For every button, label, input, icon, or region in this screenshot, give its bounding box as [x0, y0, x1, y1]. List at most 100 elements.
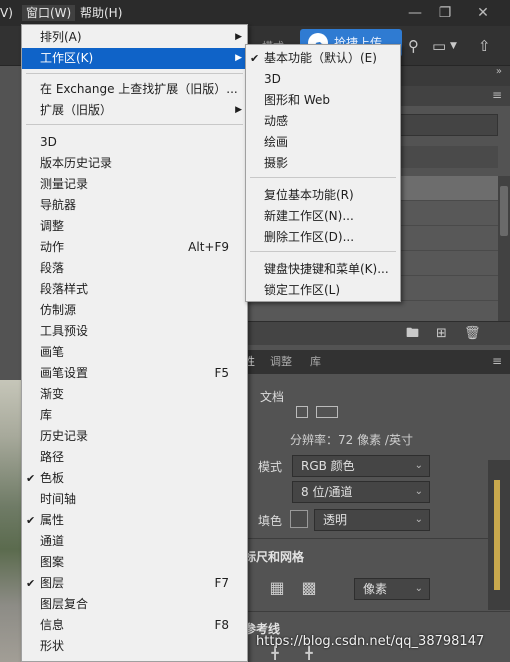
chevron-down-icon: ⌄: [414, 583, 423, 594]
menu-view-partial[interactable]: V): [0, 5, 13, 21]
grid-icon[interactable]: ▦: [268, 579, 286, 597]
menubar: V) 窗口(W) 帮助(H) — ❐ ✕: [0, 0, 510, 26]
layers-scrollbar[interactable]: [498, 176, 510, 326]
menu-item-label: 新建工作区(N)...: [264, 209, 354, 223]
layers-footer: 🖿 ⊞ 🗑: [240, 321, 510, 345]
window-menu-item[interactable]: 段落样式: [22, 279, 247, 300]
window-menu-item[interactable]: 在 Exchange 上查找扩展（旧版）...: [22, 79, 247, 100]
window-menu-item[interactable]: ✔ 色板: [22, 468, 247, 489]
workspace-menu-item[interactable]: 锁定工作区(L): [246, 280, 400, 301]
window-menu-item[interactable]: 图案: [22, 552, 247, 573]
tab-adjustments[interactable]: 调整: [270, 355, 292, 369]
window-menu-item[interactable]: 调整: [22, 216, 247, 237]
submenu-arrow-icon: ▶: [235, 32, 242, 42]
window-menu-item[interactable]: 版本历史记录: [22, 153, 247, 174]
menu-help[interactable]: 帮助(H): [80, 5, 122, 21]
new-layer-icon[interactable]: ⊞: [436, 326, 447, 342]
window-menu-item[interactable]: 排列(A) ▶: [22, 27, 247, 48]
bit-depth-select[interactable]: 8 位/通道 ⌄: [292, 481, 430, 503]
menu-item-label: 时间轴: [40, 492, 77, 506]
divider: [240, 611, 510, 612]
window-menu-item[interactable]: 信息 F8: [22, 615, 247, 636]
window-menu-item[interactable]: 段落: [22, 258, 247, 279]
workspace-layout-icon[interactable]: ▭: [432, 36, 446, 56]
resolution-text: 分辨率：72 像素 /英寸: [290, 433, 413, 447]
workspace-menu-item[interactable]: 动感: [246, 111, 400, 132]
menu-separator: [26, 73, 243, 74]
window-menu-item[interactable]: 导航器: [22, 195, 247, 216]
delete-icon[interactable]: 🗑: [464, 326, 481, 342]
window-menu-item[interactable]: ✔ 属性: [22, 510, 247, 531]
menu-item-shortcut: F5: [214, 366, 229, 380]
workspace-menu-item[interactable]: 摄影: [246, 153, 400, 174]
menu-item-label: 在 Exchange 上查找扩展（旧版）...: [40, 82, 238, 96]
close-icon[interactable]: ✕: [470, 0, 496, 26]
workspace-menu-item[interactable]: 绘画: [246, 132, 400, 153]
unit-select[interactable]: 像素 ⌄: [354, 578, 430, 600]
window-menu-item[interactable]: 画笔: [22, 342, 247, 363]
window-menu-item[interactable]: 时间轴: [22, 489, 247, 510]
scroll-thumb[interactable]: [500, 186, 508, 236]
window-menu-item[interactable]: 通道: [22, 531, 247, 552]
pixel-grid-icon[interactable]: ▩: [300, 579, 318, 597]
window-menu-item[interactable]: 3D: [22, 132, 247, 153]
window-menu-item[interactable]: 动作 Alt+F9: [22, 237, 247, 258]
window-menu-item[interactable]: 图层复合: [22, 594, 247, 615]
tab-libraries[interactable]: 库: [310, 355, 321, 369]
canvas-orientation-icon: [316, 406, 338, 418]
menu-window[interactable]: 窗口(W): [22, 5, 76, 21]
workspace-menu-item[interactable]: 键盘快捷键和菜单(K)...: [246, 259, 400, 280]
menu-item-label: 锁定工作区(L): [264, 283, 341, 297]
window-menu-item[interactable]: 工作区(K) ▶: [22, 48, 247, 69]
window-menu-item[interactable]: 库: [22, 405, 247, 426]
fill-label: 填色: [258, 514, 283, 528]
color-mode-select[interactable]: RGB 颜色 ⌄: [292, 455, 430, 477]
workspace-menu-item[interactable]: 3D: [246, 69, 400, 90]
workspace-menu-item[interactable]: ✔ 基本功能（默认）(E): [246, 48, 400, 69]
menu-item-label: 仿制源: [40, 303, 77, 317]
menu-item-label: 画笔设置: [40, 366, 89, 380]
window-menu-item[interactable]: 仿制源: [22, 300, 247, 321]
submenu-arrow-icon: ▶: [235, 53, 242, 63]
menu-item-shortcut: F7: [214, 576, 229, 590]
fill-select[interactable]: 透明 ⌄: [314, 509, 430, 531]
watermark: https://blog.csdn.net/qq_38798147: [256, 634, 485, 649]
workspace-menu-item[interactable]: 图形和 Web: [246, 90, 400, 111]
window-menu-item[interactable]: 历史记录: [22, 426, 247, 447]
window-menu-item[interactable]: 画笔设置 F5: [22, 363, 247, 384]
fill-swatch[interactable]: [290, 510, 308, 528]
right-edge-scrollbar[interactable]: [488, 460, 510, 610]
menu-item-label: 删除工作区(D)...: [264, 230, 355, 244]
menu-item-label: 渐变: [40, 387, 65, 401]
menu-item-label: 图形和 Web: [264, 93, 330, 107]
workspace-menu-item[interactable]: 删除工作区(D)...: [246, 227, 400, 248]
window-menu-item[interactable]: 测量记录: [22, 174, 247, 195]
color-mode-value: RGB 颜色: [301, 459, 355, 473]
chevron-down-icon: ⌄: [414, 460, 423, 471]
minimize-icon[interactable]: —: [402, 0, 428, 26]
window-menu-item[interactable]: 路径: [22, 447, 247, 468]
menu-item-shortcut: F8: [214, 618, 229, 632]
menu-item-label: 图层: [40, 576, 65, 590]
window-menu-item[interactable]: 工具预设: [22, 321, 247, 342]
menu-separator: [26, 124, 243, 125]
menu-item-label: 键盘快捷键和菜单(K)...: [264, 262, 389, 276]
window-menu-item[interactable]: 渐变: [22, 384, 247, 405]
chevron-down-icon[interactable]: ▼: [450, 36, 457, 56]
search-icon[interactable]: ⚲: [408, 36, 419, 56]
panel-menu-icon[interactable]: ≡: [492, 88, 502, 102]
workspace-menu-item[interactable]: 新建工作区(N)...: [246, 206, 400, 227]
window-menu-item[interactable]: 扩展（旧版） ▶: [22, 100, 247, 121]
chevron-down-icon: ⌄: [414, 486, 423, 497]
panel-menu-icon[interactable]: ≡: [492, 354, 502, 368]
window-menu-item[interactable]: ✔ 图层 F7: [22, 573, 247, 594]
menu-item-label: 绘画: [264, 135, 289, 149]
menu-item-label: 路径: [40, 450, 65, 464]
workspace-menu-item[interactable]: 复位基本功能(R): [246, 185, 400, 206]
window-menu-item[interactable]: 形状: [22, 636, 247, 657]
share-export-icon[interactable]: ⇧: [478, 36, 491, 56]
new-group-icon[interactable]: 🖿: [406, 326, 419, 342]
restore-icon[interactable]: ❐: [432, 0, 458, 26]
chevron-down-icon: ⌄: [414, 514, 423, 525]
collapse-icon[interactable]: »: [496, 66, 502, 77]
